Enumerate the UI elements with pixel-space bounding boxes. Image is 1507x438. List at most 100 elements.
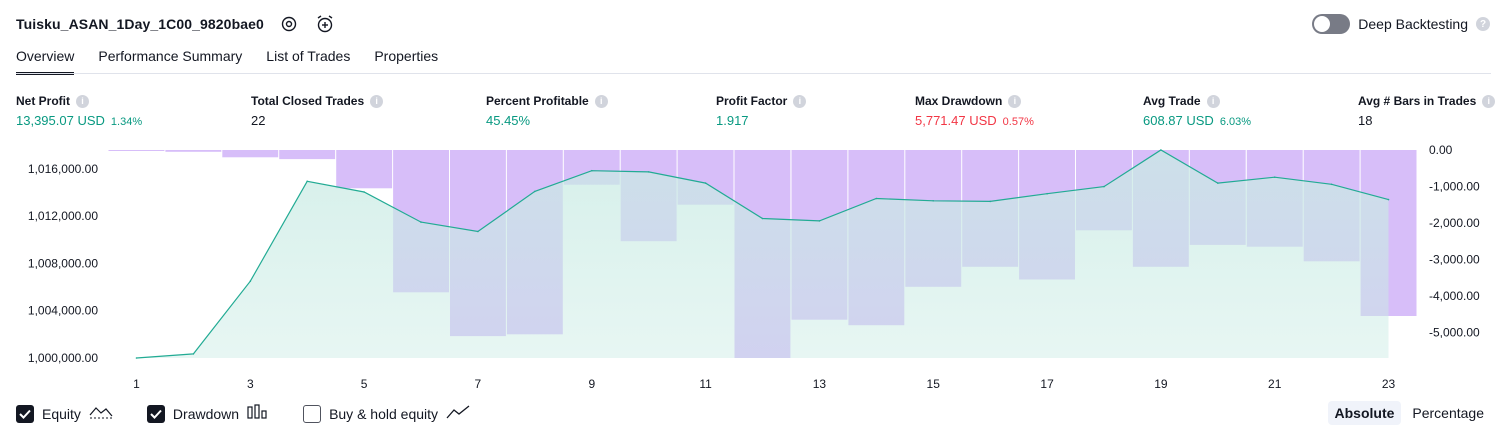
- tab-performance-summary[interactable]: Performance Summary: [98, 44, 242, 75]
- deep-backtesting-control: Deep Backtesting ?: [1312, 14, 1490, 34]
- equity-point: [1273, 176, 1276, 178]
- equity-point: [989, 200, 991, 203]
- chart-legend: Equity Drawdown Buy & hold equity: [16, 404, 470, 423]
- left-axis-tick-label: 1,016,000.00: [28, 162, 98, 176]
- metric-total-closed-trades: Total Closed Trades i 22: [251, 94, 384, 128]
- info-icon[interactable]: i: [793, 94, 807, 108]
- legend-label: Drawdown: [172, 405, 240, 422]
- deep-backtesting-toggle[interactable]: [1312, 14, 1351, 34]
- strategy-title: Tuisku_ASAN_1Day_1C00_9820bae0: [16, 16, 264, 32]
- scale-toggle: Absolute Percentage: [1327, 401, 1492, 425]
- toggle-knob: [1314, 16, 1331, 32]
- equity-point: [249, 280, 252, 282]
- tab-properties[interactable]: Properties: [374, 44, 438, 75]
- buy-hold-line-icon: [446, 404, 470, 423]
- tab-list-of-trades[interactable]: List of Trades: [266, 44, 350, 75]
- right-axis-tick-label: -4,000.00: [1429, 289, 1480, 303]
- x-axis-tick-label: 3: [247, 377, 254, 391]
- metric-percent-profitable: Percent Profitable i 45.45%: [486, 94, 608, 128]
- info-icon[interactable]: i: [1206, 94, 1220, 108]
- drawdown-bar: [222, 150, 279, 158]
- left-axis-tick-label: 1,012,000.00: [28, 209, 98, 223]
- equity-point: [932, 200, 934, 202]
- checkbox-drawdown[interactable]: [146, 404, 165, 423]
- legend-label: Buy & hold equity: [329, 405, 439, 422]
- metric-value: 5,771.47 USD: [915, 113, 997, 128]
- deep-backtesting-label: Deep Backtesting: [1358, 16, 1468, 32]
- legend-buy-hold[interactable]: Buy & hold equity: [303, 404, 470, 423]
- right-axis-tick-label: -5,000.00: [1429, 326, 1480, 340]
- right-axis-tick-label: -2,000.00: [1429, 216, 1480, 230]
- metrics-row: Net Profit i 13,395.07 USD 1.34% Total Clo…: [0, 94, 1507, 134]
- equity-point: [647, 171, 650, 173]
- metric-label: Avg # Bars in Trades: [1358, 94, 1477, 108]
- equity-point: [875, 197, 878, 200]
- equity-point: [761, 217, 764, 220]
- x-axis-tick-label: 21: [1268, 377, 1282, 391]
- x-axis-tick-label: 9: [588, 377, 595, 391]
- metric-value: 13,395.07 USD: [16, 113, 105, 128]
- x-axis-tick-label: 17: [1040, 377, 1054, 391]
- equity-point: [477, 230, 479, 233]
- x-axis-tick-label: 1: [133, 377, 140, 391]
- info-icon[interactable]: i: [370, 94, 384, 108]
- metric-value: 45.45%: [486, 113, 531, 128]
- x-axis-tick-label: 13: [813, 377, 827, 391]
- equity-point: [192, 353, 195, 355]
- metric-value: 22: [251, 113, 266, 128]
- metric-sub: 6.03%: [1219, 116, 1252, 128]
- left-axis-tick-label: 1,008,000.00: [28, 257, 98, 271]
- tab-overview[interactable]: Overview: [16, 44, 75, 75]
- equity-point: [591, 169, 593, 172]
- info-icon[interactable]: i: [76, 94, 89, 108]
- equity-drawdown-chart[interactable]: 1,016,000.00 1,012,000.00 1,008,000.00 1,00…: [0, 138, 1507, 398]
- metric-label: Avg Trade: [1143, 94, 1201, 108]
- metric-net-profit: Net Profit i 13,395.07 USD 1.34%: [16, 94, 142, 128]
- equity-point: [363, 191, 365, 193]
- question-icon[interactable]: ?: [1476, 17, 1490, 31]
- legend-equity[interactable]: Equity: [16, 404, 113, 423]
- metric-avg-trade: Avg Trade i 608.87 USD 6.03%: [1143, 94, 1251, 128]
- legend-drawdown[interactable]: Drawdown: [146, 404, 269, 423]
- equity-point: [704, 182, 707, 184]
- x-axis-tick-label: 5: [361, 377, 368, 391]
- info-icon[interactable]: i: [1008, 94, 1022, 108]
- checkbox-buy-hold[interactable]: [303, 404, 322, 423]
- drawdown-bars-icon: [247, 404, 269, 423]
- equity-point: [534, 190, 536, 193]
- equity-point: [306, 180, 309, 183]
- metric-label: Net Profit: [16, 94, 70, 108]
- drawdown-bar: [165, 150, 222, 152]
- drawdown-bar: [279, 150, 336, 160]
- metric-value: 608.87 USD: [1143, 113, 1214, 128]
- gear-icon[interactable]: [278, 13, 300, 35]
- metric-sub: 0.57%: [1002, 116, 1034, 128]
- absolute-button[interactable]: Absolute: [1327, 401, 1402, 425]
- left-axis-tick-label: 1,004,000.00: [28, 304, 98, 318]
- left-axis-tick-label: 1,000,000.00: [28, 351, 98, 365]
- tabs-divider: [16, 73, 1491, 74]
- info-icon[interactable]: i: [594, 94, 608, 108]
- percentage-button[interactable]: Percentage: [1405, 401, 1491, 425]
- equity-point: [1160, 149, 1162, 151]
- equity-point: [1330, 183, 1333, 186]
- equity-point: [1103, 185, 1105, 188]
- metric-label: Max Drawdown: [915, 94, 1003, 108]
- x-axis-tick-label: 15: [927, 377, 941, 391]
- metric-value: 1.917: [716, 113, 749, 128]
- strategy-header: Tuisku_ASAN_1Day_1C00_9820bae0: [16, 12, 336, 36]
- info-icon[interactable]: i: [1482, 94, 1496, 108]
- x-axis-tick-label: 23: [1382, 377, 1396, 391]
- metric-max-drawdown: Max Drawdown i 5,771.47 USD 0.57%: [915, 94, 1034, 128]
- alarm-clock-add-icon[interactable]: [314, 13, 336, 35]
- equity-point: [420, 221, 422, 223]
- metric-sub: 1.34%: [110, 116, 143, 128]
- right-axis-tick-label: 0.00: [1429, 143, 1453, 157]
- x-axis-tick-label: 19: [1154, 377, 1168, 391]
- x-axis-tick-label: 11: [699, 377, 712, 391]
- tab-bar: Overview Performance Summary List of Tra…: [16, 44, 438, 75]
- equity-point: [1217, 182, 1219, 184]
- checkbox-equity[interactable]: [16, 404, 34, 423]
- right-axis-tick-label: -3,000.00: [1429, 253, 1480, 267]
- metric-value: 18: [1358, 113, 1373, 128]
